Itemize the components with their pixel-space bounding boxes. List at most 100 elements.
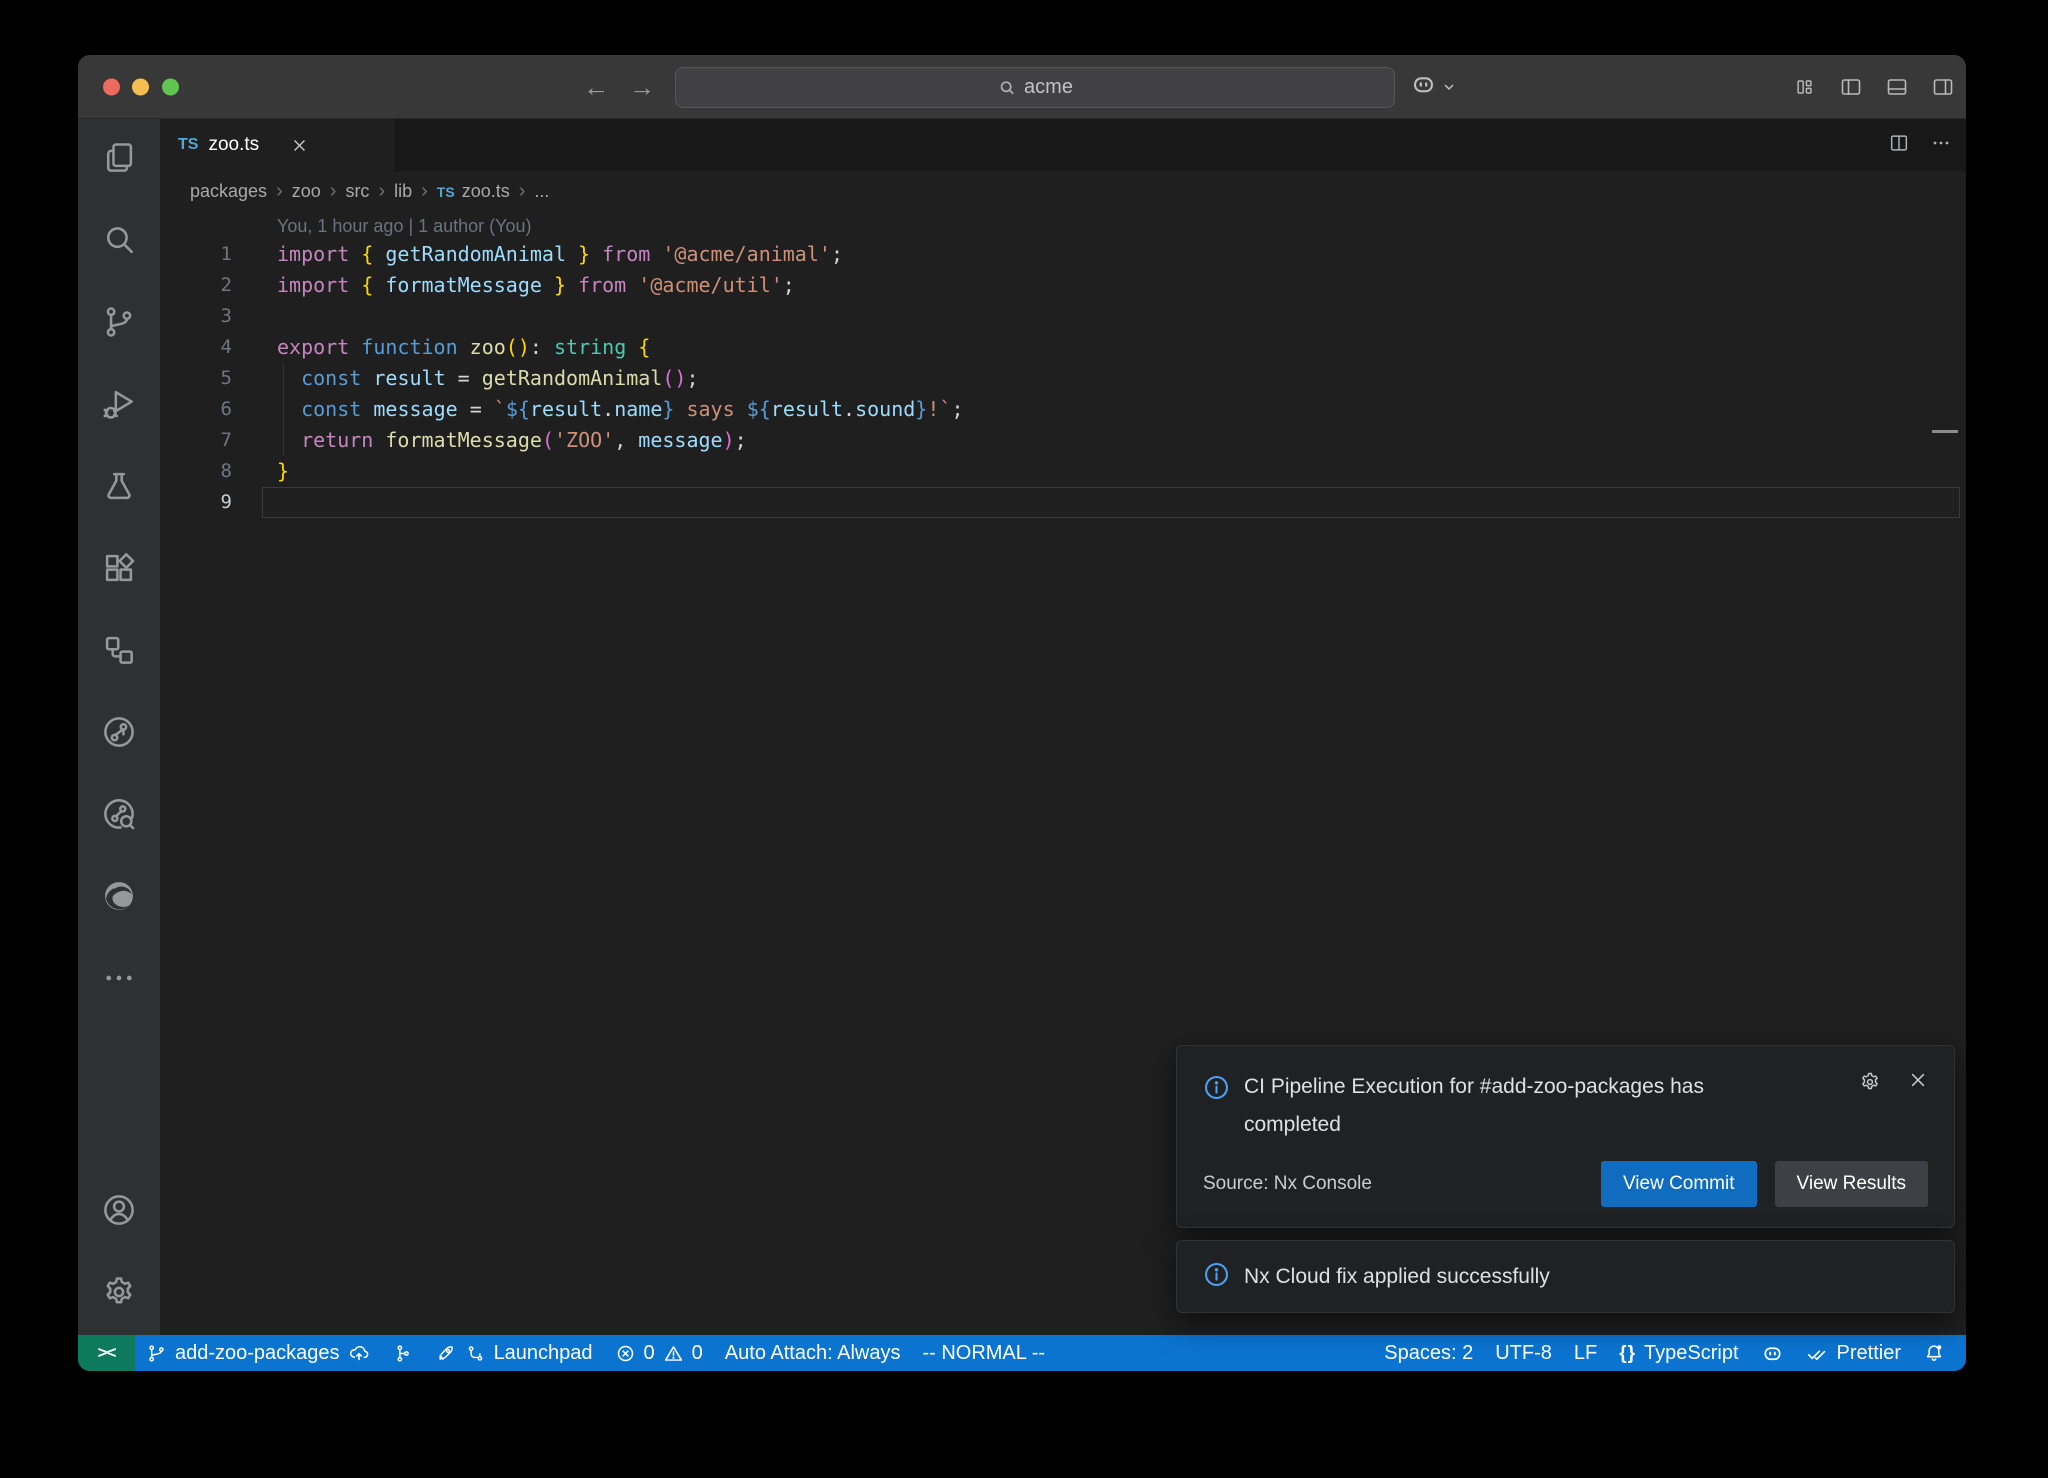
statusbar-problems[interactable]: 00: [604, 1335, 714, 1371]
warning-icon: [663, 1343, 684, 1364]
title-bar: ← → acme: [78, 55, 1966, 119]
code-line-3: 3: [160, 301, 1966, 332]
code-line-9: 9: [160, 487, 1966, 518]
sidebar-item-more-views[interactable]: [78, 939, 160, 1021]
pr-branch-icon: [465, 1343, 486, 1364]
code-line-6: 6 const message = `${result.name} says $…: [160, 394, 1966, 425]
bell-dot-icon: [1923, 1342, 1945, 1364]
command-center-search[interactable]: acme: [675, 67, 1395, 108]
close-window-button[interactable]: [103, 78, 120, 95]
statusbar-eol[interactable]: LF: [1563, 1335, 1608, 1371]
nx-console-icon: [100, 713, 138, 756]
navigate-forward-icon[interactable]: →: [629, 74, 655, 100]
breadcrumb-separator-icon: ›: [330, 180, 337, 203]
statusbar-vim-mode[interactable]: -- NORMAL --: [911, 1335, 1056, 1371]
braces-icon: {}: [1619, 1342, 1636, 1365]
explorer-icon: [100, 139, 138, 182]
breadcrumb-separator-icon: ›: [519, 180, 526, 203]
sidebar-item-settings[interactable]: [78, 1253, 160, 1335]
sidebar-item-edge-tools[interactable]: [78, 857, 160, 939]
tab-zoo-ts[interactable]: TS zoo.ts: [160, 119, 394, 171]
notification-settings-gear-icon[interactable]: [1858, 1070, 1882, 1099]
git-blame-annotation: You, 1 hour ago | 1 author (You): [160, 211, 1966, 239]
code-line-4: 4export function zoo(): string {: [160, 332, 1966, 363]
copilot-icon[interactable]: [1410, 71, 1437, 103]
status-bar: >< add-zoo-packages Launchpad00Auto Attac…: [78, 1335, 1966, 1371]
branch-icon: [146, 1343, 167, 1364]
line-number: 4: [160, 332, 232, 363]
run-and-debug-icon: [100, 385, 138, 428]
more-views-icon: [100, 959, 138, 1002]
breadcrumb-separator-icon: ›: [378, 180, 385, 203]
breadcrumb-item[interactable]: lib: [394, 181, 412, 202]
notification-close-icon[interactable]: [1908, 1070, 1928, 1099]
toggle-sidebar-left-icon[interactable]: [1828, 75, 1874, 99]
statusbar-encoding[interactable]: UTF-8: [1484, 1335, 1563, 1371]
remote-indicator[interactable]: ><: [78, 1335, 135, 1371]
line-number: 2: [160, 270, 232, 301]
breadcrumb-item[interactable]: src: [345, 181, 369, 202]
view-commit-button[interactable]: View Commit: [1601, 1161, 1757, 1207]
sidebar-item-testing[interactable]: [78, 447, 160, 529]
line-number: 8: [160, 456, 232, 487]
tab-close-icon[interactable]: [291, 137, 308, 154]
search-icon: [997, 78, 1017, 98]
hierarchy-icon: [100, 631, 138, 674]
minimize-window-button[interactable]: [132, 78, 149, 95]
customize-layout-icon[interactable]: [1782, 76, 1828, 98]
statusbar-auto-attach[interactable]: Auto Attach: Always: [714, 1335, 912, 1371]
breadcrumb-item[interactable]: packages: [190, 181, 267, 202]
view-results-button[interactable]: View Results: [1775, 1161, 1928, 1207]
line-number: 1: [160, 239, 232, 270]
statusbar-indentation[interactable]: Spaces: 2: [1373, 1335, 1484, 1371]
line-number: 3: [160, 301, 232, 332]
sidebar-item-explorer[interactable]: [78, 119, 160, 201]
breadcrumb-item[interactable]: ...: [534, 181, 549, 202]
statusbar-copilot[interactable]: [1750, 1335, 1795, 1371]
sidebar-item-nx-cloud[interactable]: [78, 775, 160, 857]
statusbar-formatter[interactable]: Prettier: [1795, 1335, 1912, 1371]
source-control-icon: [100, 303, 138, 346]
toggle-panel-icon[interactable]: [1874, 75, 1920, 99]
code-line-2: 2import { formatMessage } from '@acme/ut…: [160, 270, 1966, 301]
error-icon: [615, 1343, 636, 1364]
sidebar-item-hierarchy[interactable]: [78, 611, 160, 693]
sidebar-item-extensions[interactable]: [78, 529, 160, 611]
more-actions-icon[interactable]: [1930, 132, 1952, 159]
line-number: 7: [160, 425, 232, 456]
statusbar-launchpad[interactable]: Launchpad: [424, 1335, 604, 1371]
git-graph-icon: [392, 1343, 413, 1364]
search-value: acme: [1024, 76, 1073, 99]
code-line-5: 5 const result = getRandomAnimal();: [160, 363, 1966, 394]
breadcrumb-item[interactable]: TS zoo.ts: [437, 181, 510, 202]
breadcrumb-item[interactable]: zoo: [292, 181, 321, 202]
testing-icon: [100, 467, 138, 510]
tab-label: zoo.ts: [208, 134, 259, 156]
breadcrumb-separator-icon: ›: [421, 180, 428, 203]
sidebar-item-run-and-debug[interactable]: [78, 365, 160, 447]
code-line-1: 1import { getRandomAnimal } from '@acme/…: [160, 239, 1966, 270]
statusbar-language-mode[interactable]: {}TypeScript: [1608, 1335, 1749, 1371]
sidebar-item-source-control[interactable]: [78, 283, 160, 365]
double-check-icon: [1806, 1342, 1829, 1365]
breadcrumb-separator-icon: ›: [276, 180, 283, 203]
code-line-8: 8}: [160, 456, 1966, 487]
statusbar-notifications-bell[interactable]: [1912, 1335, 1956, 1371]
rocket-icon: [435, 1342, 457, 1364]
sidebar-item-accounts[interactable]: [78, 1171, 160, 1253]
notification-toast: CI Pipeline Execution for #add-zoo-packa…: [1176, 1045, 1955, 1228]
toggle-sidebar-right-icon[interactable]: [1920, 75, 1966, 99]
current-line-highlight: [262, 487, 1960, 518]
info-icon: [1203, 1074, 1230, 1106]
zoom-window-button[interactable]: [162, 78, 179, 95]
chevron-down-icon[interactable]: [1441, 79, 1457, 95]
notification-message: Nx Cloud fix applied successfully: [1244, 1258, 1550, 1296]
sidebar-item-search[interactable]: [78, 201, 160, 283]
statusbar-branch-status[interactable]: add-zoo-packages: [135, 1335, 381, 1371]
info-icon: [1203, 1261, 1230, 1293]
statusbar-git-graph[interactable]: [381, 1335, 424, 1371]
search-icon: [100, 221, 138, 264]
navigate-back-icon[interactable]: ←: [583, 74, 609, 100]
sidebar-item-nx-console[interactable]: [78, 693, 160, 775]
split-editor-icon[interactable]: [1888, 132, 1910, 159]
